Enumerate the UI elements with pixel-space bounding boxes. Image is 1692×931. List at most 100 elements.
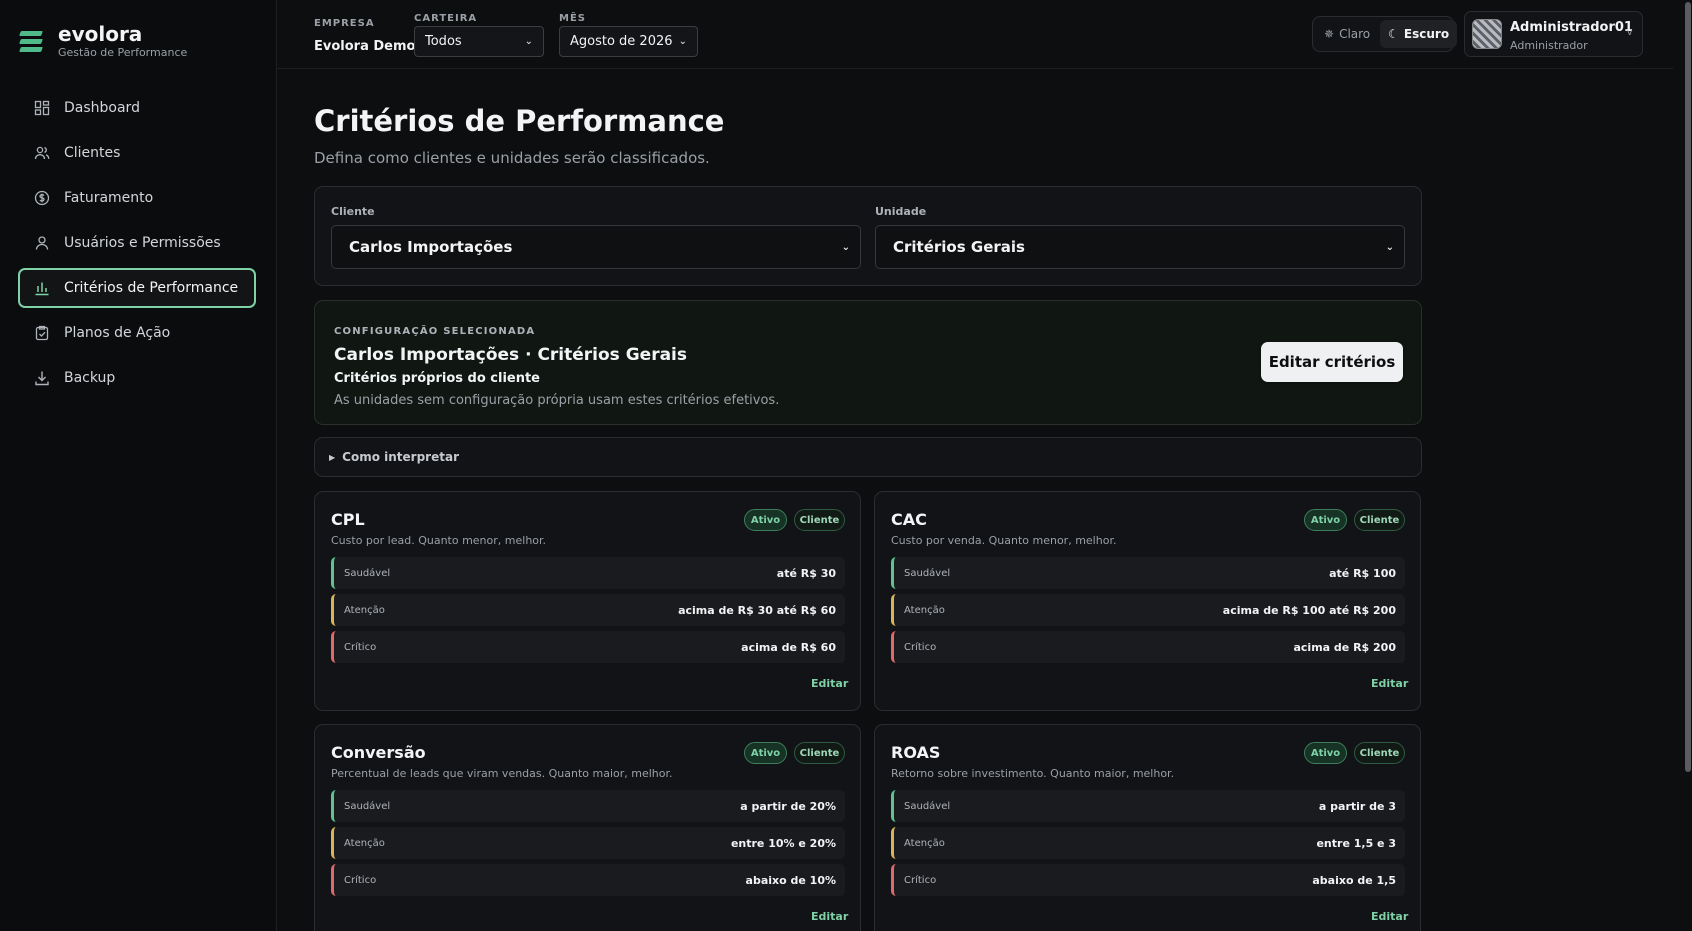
config-title: Carlos Importações · Critérios Gerais: [334, 345, 687, 365]
sidebar-item-label: Critérios de Performance: [64, 280, 239, 296]
criteria-card-cac: CAC Custo por venda. Quanto menor, melho…: [874, 491, 1421, 711]
card-description: Percentual de leads que viram vendas. Qu…: [331, 767, 673, 780]
tier-name: Atenção: [344, 837, 385, 849]
interpret-disclosure[interactable]: ▶ Como interpretar: [314, 437, 1422, 477]
sidebar-item-usuarios[interactable]: Usuários e Permissões: [18, 223, 256, 263]
caret-right-icon: ▶: [329, 452, 336, 462]
unidade-label: Unidade: [875, 205, 927, 218]
tier-value: a partir de 3: [1318, 799, 1396, 813]
interpret-label: Como interpretar: [342, 450, 459, 464]
tier-row-healthy: Saudável até R$ 30: [331, 557, 845, 589]
carteira-field: CARTEIRA: [414, 13, 477, 25]
card-description: Custo por venda. Quanto menor, melhor.: [891, 534, 1117, 547]
tier-name: Crítico: [344, 641, 377, 653]
chevron-down-icon: ⌄: [841, 241, 850, 253]
theme-toggle: ✵ Claro ☾ Escuro: [1312, 16, 1458, 52]
scrollbar-thumb[interactable]: [1685, 2, 1691, 772]
theme-dark-label: Escuro: [1403, 27, 1450, 41]
card-title: CAC: [891, 510, 927, 529]
scope-badge: Cliente: [794, 742, 845, 764]
status-badge: Ativo: [1304, 509, 1347, 531]
tier-name: Atenção: [904, 604, 945, 616]
page-subtitle: Defina como clientes e unidades serão cl…: [314, 149, 710, 167]
card-edit-link[interactable]: Editar: [811, 910, 848, 923]
tier-value: até R$ 30: [776, 566, 836, 580]
chevron-down-icon: ⌄: [678, 36, 687, 47]
user-menu[interactable]: Administrador01 Administrador v: [1464, 11, 1643, 57]
card-edit-link[interactable]: Editar: [811, 677, 848, 690]
chevron-down-icon: ⌄: [1385, 241, 1394, 253]
edit-criteria-button[interactable]: Editar critérios: [1261, 342, 1403, 382]
mes-value: Agosto de 2026: [570, 34, 673, 49]
sidebar-item-backup[interactable]: Backup: [18, 358, 256, 398]
card-edit-link[interactable]: Editar: [1371, 677, 1408, 690]
theme-light-label: Claro: [1339, 27, 1371, 41]
cliente-label: Cliente: [331, 205, 375, 218]
carteira-label: CARTEIRA: [414, 13, 478, 24]
sidebar-item-criterios[interactable]: Critérios de Performance: [18, 268, 256, 308]
tier-row-attention: Atenção acima de R$ 30 até R$ 60: [331, 594, 845, 626]
tier-value: a partir de 20%: [740, 799, 836, 813]
theme-dark-button[interactable]: ☾ Escuro: [1380, 20, 1458, 48]
empresa-value: Evolora Demo: [314, 39, 416, 54]
download-icon: [34, 370, 50, 386]
sidebar-item-faturamento[interactable]: Faturamento: [18, 178, 256, 218]
tier-row-critical: Crítico acima de R$ 200: [891, 631, 1405, 663]
selected-config-panel: CONFIGURAÇÃO SELECIONADA Carlos Importaç…: [314, 300, 1422, 425]
config-eyebrow: CONFIGURAÇÃO SELECIONADA: [334, 326, 536, 337]
sidebar-item-label: Backup: [64, 370, 116, 386]
sidebar-item-label: Dashboard: [64, 100, 140, 116]
cliente-select[interactable]: Carlos Importações ⌄: [331, 225, 861, 269]
config-note: As unidades sem configuração própria usa…: [334, 393, 780, 408]
tier-name: Saudável: [904, 800, 951, 812]
top-bar: EMPRESA Evolora Demo CARTEIRA Todos ⌄ MÊ…: [278, 0, 1673, 69]
tier-value: acima de R$ 60: [741, 640, 836, 654]
carteira-select[interactable]: Todos ⌄: [414, 26, 544, 57]
tier-row-critical: Crítico acima de R$ 60: [331, 631, 845, 663]
logo-icon: [19, 28, 44, 54]
tier-value: acima de R$ 100 até R$ 200: [1222, 603, 1396, 617]
status-badge: Ativo: [744, 742, 787, 764]
card-title: Conversão: [331, 743, 426, 762]
criteria-card-conversao: Conversão Percentual de leads que viram …: [314, 724, 861, 931]
brand-tagline: Gestão de Performance: [58, 46, 188, 59]
chevron-down-icon: ⌄: [524, 36, 533, 47]
sidebar-item-clientes[interactable]: Clientes: [18, 133, 256, 173]
card-edit-link[interactable]: Editar: [1371, 910, 1408, 923]
status-badge: Ativo: [744, 509, 787, 531]
page-title: Critérios de Performance: [314, 104, 725, 138]
tier-name: Saudável: [904, 567, 951, 579]
brand[interactable]: evolora Gestão de Performance: [19, 22, 188, 59]
empresa-label: EMPRESA: [314, 18, 375, 29]
tier-name: Atenção: [344, 604, 385, 616]
unidade-value: Critérios Gerais: [893, 238, 1025, 256]
sidebar-nav: Dashboard Clientes Faturamento Usuários …: [18, 88, 256, 403]
sidebar-item-dashboard[interactable]: Dashboard: [18, 88, 256, 128]
page-scrollbar[interactable]: [1683, 0, 1692, 931]
tier-value: entre 10% e 20%: [730, 836, 836, 850]
unidade-select[interactable]: Critérios Gerais ⌄: [875, 225, 1405, 269]
bar-chart-icon: [34, 280, 50, 296]
card-description: Custo por lead. Quanto menor, melhor.: [331, 534, 547, 547]
mes-label: MÊS: [559, 13, 586, 24]
empresa-field: EMPRESA Evolora Demo: [314, 18, 415, 54]
sidebar-item-label: Usuários e Permissões: [64, 235, 221, 251]
user-role: Administrador: [1510, 39, 1588, 52]
tier-name: Saudável: [344, 800, 391, 812]
criteria-card-roas: ROAS Retorno sobre investimento. Quanto …: [874, 724, 1421, 931]
tier-value: acima de R$ 30 até R$ 60: [678, 603, 836, 617]
sidebar-item-planos[interactable]: Planos de Ação: [18, 313, 256, 353]
dashboard-icon: [34, 100, 50, 116]
mes-select[interactable]: Agosto de 2026 ⌄: [559, 26, 698, 57]
tier-row-healthy: Saudável a partir de 3: [891, 790, 1405, 822]
theme-light-button[interactable]: ✵ Claro: [1316, 20, 1378, 48]
config-subtitle: Critérios próprios do cliente: [334, 371, 541, 386]
brand-name: evolora: [58, 22, 143, 46]
clipboard-check-icon: [34, 325, 50, 341]
carteira-value: Todos: [425, 34, 462, 49]
tier-value: abaixo de 10%: [745, 873, 836, 887]
tier-name: Atenção: [904, 837, 945, 849]
avatar: [1472, 19, 1502, 49]
sidebar-item-label: Clientes: [64, 145, 121, 161]
tier-value: entre 1,5 e 3: [1316, 836, 1396, 850]
